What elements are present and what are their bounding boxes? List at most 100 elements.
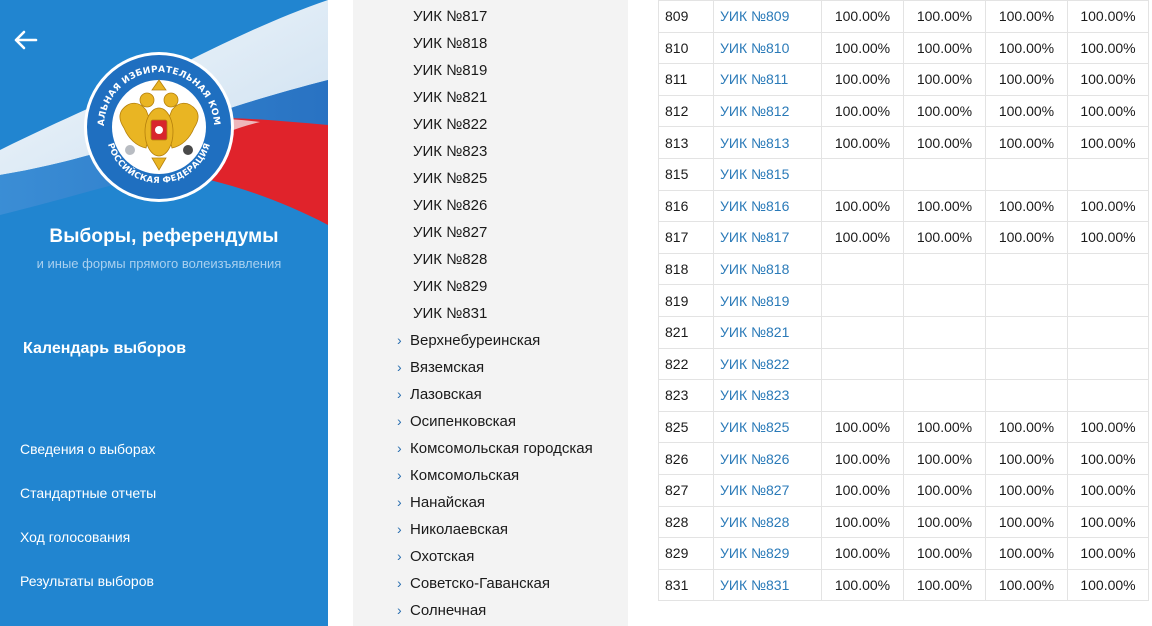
tree-item-uik[interactable]: УИК №817 bbox=[353, 3, 628, 30]
uik-link[interactable]: УИК №810 bbox=[720, 40, 789, 56]
percent-cell: 100.00% bbox=[985, 31, 1068, 65]
row-name-cell: УИК №811 bbox=[713, 63, 822, 96]
percent-cell: 100.00% bbox=[821, 410, 904, 444]
uik-link[interactable]: УИК №823 bbox=[720, 387, 789, 403]
chevron-right-icon[interactable]: › bbox=[397, 381, 410, 408]
tree-item-uik[interactable]: УИК №823 bbox=[353, 138, 628, 165]
chevron-right-icon[interactable]: › bbox=[397, 543, 410, 570]
percent-cell: 100.00% bbox=[821, 505, 904, 539]
percent-cell: 100.00% bbox=[903, 126, 986, 159]
tree-item-uik[interactable]: УИК №825 bbox=[353, 165, 628, 192]
row-number: 818 bbox=[658, 252, 714, 286]
tree-item-region[interactable]: › Солнечная bbox=[353, 597, 628, 624]
percent-cell: 100.00% bbox=[821, 94, 904, 128]
tree-item-uik[interactable]: УИК №822 bbox=[353, 111, 628, 138]
calendar-link[interactable]: Календарь выборов bbox=[23, 340, 186, 358]
sidebar-item-election-results[interactable]: Результаты выборов bbox=[20, 570, 156, 614]
table-row: 829 УИК №829 100.00% 100.00% 100.00% 100.00% bbox=[658, 537, 1149, 570]
tree-item-region[interactable]: › Николаевская bbox=[353, 516, 628, 543]
table-row: 816 УИК №816 100.00% 100.00% 100.00% 100.00% bbox=[658, 189, 1149, 223]
percent-cell: 100.00% bbox=[821, 568, 904, 602]
uik-link[interactable]: УИК №812 bbox=[720, 103, 789, 119]
percent-cell bbox=[821, 379, 904, 412]
tree-item-region[interactable]: › Охотская bbox=[353, 543, 628, 570]
percent-cell: 100.00% bbox=[985, 537, 1068, 570]
table-row: 823 УИК №823 bbox=[658, 379, 1149, 412]
percent-cell: 100.00% bbox=[821, 221, 904, 254]
uik-link[interactable]: УИК №817 bbox=[720, 229, 789, 245]
uik-link[interactable]: УИК №831 bbox=[720, 577, 789, 593]
chevron-right-icon[interactable]: › bbox=[397, 597, 410, 624]
tree-item-uik[interactable]: УИК №831 bbox=[353, 300, 628, 327]
row-name-cell: УИК №817 bbox=[713, 221, 822, 254]
sidebar-item-voting-progress[interactable]: Ход голосования bbox=[20, 526, 156, 570]
arrow-left-icon[interactable] bbox=[10, 25, 40, 55]
row-name-cell: УИК №815 bbox=[713, 157, 822, 191]
uik-link[interactable]: УИК №809 bbox=[720, 8, 789, 24]
uik-link[interactable]: УИК №815 bbox=[720, 166, 789, 182]
percent-cell bbox=[821, 252, 904, 286]
tree-item-uik[interactable]: УИК №827 bbox=[353, 219, 628, 246]
percent-cell: 100.00% bbox=[1067, 126, 1149, 159]
tree-item-uik[interactable]: УИК №821 bbox=[353, 84, 628, 111]
row-number: 819 bbox=[658, 284, 714, 317]
chevron-right-icon[interactable]: › bbox=[397, 489, 410, 516]
table-row: 819 УИК №819 bbox=[658, 284, 1149, 317]
table-row: 821 УИК №821 bbox=[658, 315, 1149, 349]
uik-link[interactable]: УИК №829 bbox=[720, 545, 789, 561]
row-number: 829 bbox=[658, 537, 714, 570]
table-row: 826 УИК №826 100.00% 100.00% 100.00% 100.00% bbox=[658, 442, 1149, 475]
uik-link[interactable]: УИК №816 bbox=[720, 198, 789, 214]
tree-item-uik[interactable]: УИК №828 bbox=[353, 246, 628, 273]
tree-item-uik[interactable]: УИК №818 bbox=[353, 30, 628, 57]
table-row: 825 УИК №825 100.00% 100.00% 100.00% 100.00% bbox=[658, 410, 1149, 444]
tree-item-region[interactable]: › Комсомольская bbox=[353, 462, 628, 489]
uik-link[interactable]: УИК №813 bbox=[720, 135, 789, 151]
chevron-right-icon[interactable]: › bbox=[397, 516, 410, 543]
row-number: 817 bbox=[658, 221, 714, 254]
sidebar-item-standard-reports[interactable]: Стандартные отчеты bbox=[20, 482, 156, 526]
percent-cell: 100.00% bbox=[1067, 568, 1149, 602]
tree-item-region[interactable]: › Советско-Гаванская bbox=[353, 570, 628, 597]
tree-item-uik[interactable]: УИК №829 bbox=[353, 273, 628, 300]
tree-item-label: Верхнебуреинская bbox=[410, 332, 541, 349]
row-number: 831 bbox=[658, 568, 714, 602]
uik-link[interactable]: УИК №827 bbox=[720, 482, 789, 498]
chevron-right-icon[interactable]: › bbox=[397, 354, 410, 381]
percent-cell: 100.00% bbox=[821, 473, 904, 507]
tree-item-region[interactable]: › Комсомольская городская bbox=[353, 435, 628, 462]
row-name-cell: УИК №823 bbox=[713, 379, 822, 412]
sidebar-item-election-info[interactable]: Сведения о выборах bbox=[20, 438, 156, 482]
row-name-cell: УИК №819 bbox=[713, 284, 822, 317]
percent-cell bbox=[903, 379, 986, 412]
chevron-right-icon[interactable]: › bbox=[397, 462, 410, 489]
percent-cell: 100.00% bbox=[1067, 94, 1149, 128]
table-row: 809 УИК №809 100.00% 100.00% 100.00% 100.00% bbox=[658, 0, 1149, 33]
percent-cell: 100.00% bbox=[821, 63, 904, 96]
percent-cell bbox=[1067, 379, 1149, 412]
uik-link[interactable]: УИК №818 bbox=[720, 261, 789, 277]
uik-link[interactable]: УИК №825 bbox=[720, 419, 789, 435]
uik-link[interactable]: УИК №819 bbox=[720, 293, 789, 309]
tree-item-uik[interactable]: УИК №826 bbox=[353, 192, 628, 219]
uik-link[interactable]: УИК №828 bbox=[720, 514, 789, 530]
tree-item-region[interactable]: › Вяземская bbox=[353, 354, 628, 381]
uik-link[interactable]: УИК №822 bbox=[720, 356, 789, 372]
uik-link[interactable]: УИК №821 bbox=[720, 324, 789, 340]
uik-link[interactable]: УИК №826 bbox=[720, 451, 789, 467]
tree-item-region[interactable]: › Лазовская bbox=[353, 381, 628, 408]
chevron-right-icon[interactable]: › bbox=[397, 408, 410, 435]
chevron-right-icon[interactable]: › bbox=[397, 435, 410, 462]
tree-item-uik[interactable]: УИК №819 bbox=[353, 57, 628, 84]
row-number: 813 bbox=[658, 126, 714, 159]
uik-link[interactable]: УИК №811 bbox=[720, 71, 788, 87]
tree-item-region[interactable]: › Верхнебуреинская bbox=[353, 327, 628, 354]
table-row: 818 УИК №818 bbox=[658, 252, 1149, 286]
table-row: 817 УИК №817 100.00% 100.00% 100.00% 100.00% bbox=[658, 221, 1149, 254]
chevron-right-icon[interactable]: › bbox=[397, 327, 410, 354]
chevron-right-icon[interactable]: › bbox=[397, 570, 410, 597]
percent-cell: 100.00% bbox=[903, 537, 986, 570]
tree-item-region[interactable]: › Осипенковская bbox=[353, 408, 628, 435]
tree-item-region[interactable]: › Нанайская bbox=[353, 489, 628, 516]
percent-cell: 100.00% bbox=[821, 442, 904, 475]
